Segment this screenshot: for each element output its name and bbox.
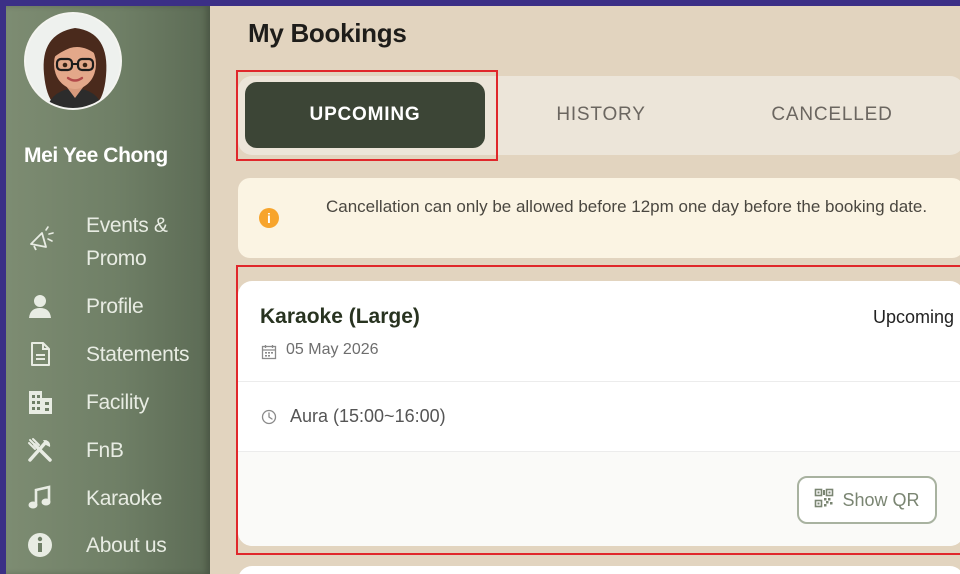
- tab-cancelled[interactable]: CANCELLED: [717, 82, 947, 148]
- sidebar-item-label: Profile: [86, 294, 144, 318]
- booking-date: 05 May 2026: [286, 341, 379, 358]
- avatar-image: [26, 14, 120, 108]
- sidebar-item-about-us[interactable]: About us: [6, 525, 210, 565]
- sidebar-item-karaoke[interactable]: Karaoke: [6, 478, 210, 518]
- utensils-icon: [25, 435, 55, 465]
- sidebar-item-fnb[interactable]: FnB: [6, 430, 210, 470]
- sidebar-item-statements[interactable]: Statements: [6, 334, 210, 374]
- booking-status: Upcoming: [872, 307, 954, 327]
- qr-code-icon: [814, 488, 834, 513]
- tab-upcoming[interactable]: UPCOMING: [245, 82, 485, 148]
- booking-slot-row: Aura (15:00~16:00): [238, 382, 960, 452]
- sidebar-item-label: Facility: [86, 390, 149, 414]
- music-note-icon: [25, 483, 55, 513]
- person-icon: [25, 291, 55, 321]
- avatar[interactable]: [24, 12, 122, 110]
- info-icon: i: [259, 208, 279, 228]
- building-icon: [25, 387, 55, 417]
- booking-card-next[interactable]: [238, 566, 960, 574]
- sidebar-item-label: Karaoke: [86, 486, 163, 510]
- booking-card[interactable]: Karaoke (Large) Upcoming 05 May 2026 Aur…: [238, 281, 960, 546]
- sidebar-item-label: Events &: [86, 214, 168, 237]
- booking-slot: Aura (15:00~16:00): [290, 406, 446, 426]
- sidebar-item-label: Promo: [86, 247, 147, 270]
- sidebar-item-label: Statements: [86, 342, 190, 366]
- sidebar-item-label: FnB: [86, 438, 124, 462]
- page-title: My Bookings: [248, 18, 407, 48]
- sidebar-item-facility[interactable]: Facility: [6, 382, 210, 422]
- show-qr-label: Show QR: [842, 489, 920, 510]
- clock-icon: [261, 409, 277, 430]
- notice-text: Cancellation can only be allowed before …: [326, 197, 928, 216]
- user-name: Mei Yee Chong: [24, 144, 168, 167]
- booking-card-header: Karaoke (Large) Upcoming 05 May 2026: [238, 281, 960, 382]
- megaphone-icon: [25, 224, 55, 254]
- booking-title: Karaoke (Large): [260, 305, 420, 328]
- document-icon: [25, 339, 55, 369]
- sidebar-item-events-promo[interactable]: Events & Promo: [6, 206, 210, 276]
- show-qr-button[interactable]: Show QR: [797, 476, 937, 524]
- cancellation-notice: i Cancellation can only be allowed befor…: [238, 178, 960, 258]
- tab-history[interactable]: HISTORY: [485, 82, 717, 148]
- booking-card-footer: Show QR: [238, 452, 960, 546]
- app-window: Mei Yee Chong Events & Promo Profile Sta…: [6, 6, 960, 574]
- info-icon: [25, 530, 55, 560]
- sidebar-item-label: About us: [86, 533, 167, 557]
- main-content: My Bookings UPCOMING HISTORY CANCELLED i…: [210, 6, 960, 574]
- calendar-icon: [261, 344, 277, 365]
- sidebar-item-profile[interactable]: Profile: [6, 286, 210, 326]
- booking-tabs: UPCOMING HISTORY CANCELLED: [238, 76, 960, 155]
- sidebar: Mei Yee Chong Events & Promo Profile Sta…: [6, 6, 210, 574]
